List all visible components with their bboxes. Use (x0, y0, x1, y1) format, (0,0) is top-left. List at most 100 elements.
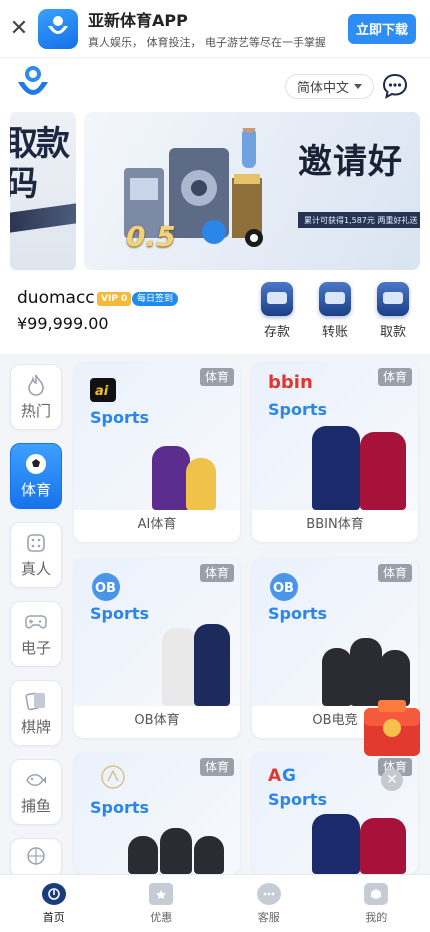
sports-word: Sports (268, 604, 328, 623)
carousel-slide-prev[interactable]: 取款 码 (10, 112, 76, 270)
sport-tag: 体育 (377, 368, 412, 386)
svg-text:ai: ai (95, 384, 109, 399)
player-figure (312, 426, 360, 510)
app-logo (38, 8, 78, 49)
nav-promotions[interactable]: 优惠 (108, 875, 216, 932)
sport-tag: 体育 (199, 564, 234, 582)
ticket-icon (149, 882, 174, 905)
carousel-slide-current[interactable]: 0.5 邀请好 累计可获得1,587元 两重好礼送 (84, 112, 420, 270)
ai-logo: ai (90, 378, 116, 406)
nav-label: 首页 (42, 910, 65, 924)
player-figure (312, 814, 360, 874)
slide-prev-text: 取款 码 (10, 124, 70, 204)
category-slots[interactable]: 电子 (10, 601, 62, 667)
game-card-ai-sports[interactable]: ai Sports 体育 AI体育 (74, 362, 240, 542)
sport-tag: 体育 (199, 758, 234, 776)
promo-headline: 邀请好 (298, 142, 403, 182)
wallet-deposit-icon (261, 282, 293, 316)
player-figure (194, 624, 230, 706)
sport-tag: 体育 (377, 564, 412, 582)
flame-icon (25, 374, 47, 396)
category-label: 热门 (20, 401, 51, 420)
game-card-sports-5[interactable]: Sports 体育 (74, 752, 240, 874)
player-figure (380, 650, 410, 706)
category-cards[interactable]: 棋牌 (10, 680, 62, 746)
support-icon (256, 882, 281, 905)
nav-profile[interactable]: 我的 (323, 875, 430, 932)
game-card-bbin-sports[interactable]: bbin Sports 体育 BBIN体育 (252, 362, 418, 542)
game-card-ob-sports[interactable]: OB Sports 体育 OB体育 (74, 558, 240, 738)
fish-icon (25, 769, 47, 791)
player-figure (194, 836, 224, 874)
category-label: 真人 (20, 559, 51, 578)
withdraw-icon (377, 282, 409, 316)
sports-word: Sports (268, 400, 328, 419)
ob-logo: OB (268, 572, 300, 606)
category-label: 棋牌 (20, 717, 51, 736)
sports-word: Sports (90, 604, 150, 623)
withdraw-button[interactable]: 取款 (371, 282, 415, 340)
brand-logo[interactable] (16, 64, 50, 106)
promo-number: 0.5 (126, 220, 176, 253)
player-figure (128, 836, 158, 874)
category-label: 捕鱼 (20, 796, 51, 815)
category-label: 电子 (20, 638, 51, 657)
player-figure (322, 648, 352, 706)
slide-stripe (10, 203, 76, 233)
player-figure (350, 638, 382, 706)
language-selector[interactable]: 简体中文 (285, 74, 374, 99)
chat-bubble-icon[interactable] (382, 73, 408, 99)
close-icon[interactable]: ✕ (381, 769, 403, 791)
player-figure (186, 458, 216, 510)
nav-home[interactable]: 首页 (0, 875, 108, 932)
caret-down-icon (354, 84, 362, 89)
promo-strip: 累计可获得1,587元 两重好礼送 (298, 212, 420, 228)
app-download-banner: ✕ 亚新体育APP 真人娱乐， 体育投注， 电子游艺等尽在一手掌握 立即下载 (0, 0, 430, 58)
bottom-navigation: 首页 优惠 客服 我的 (0, 874, 430, 932)
category-hot[interactable]: 热门 (10, 364, 62, 430)
soccer-ball-icon (25, 453, 47, 475)
app-subtitle: 真人娱乐， 体育投注， 电子游艺等尽在一手掌握 (88, 36, 326, 49)
category-more[interactable] (10, 838, 62, 878)
home-icon (41, 882, 66, 905)
sports-word: Sports (90, 798, 150, 817)
transfer-label: 转账 (321, 325, 348, 340)
promo-carousel[interactable]: 取款 码 0.5 邀请好 累计可获得1,587元 两重好礼送 (0, 112, 430, 270)
player-figure (152, 446, 190, 510)
category-sidebar: 热门 体育 真人 电子 棋牌 捕鱼 (10, 364, 62, 891)
sports-word: Sports (90, 408, 150, 427)
game-name: OB体育 (134, 713, 180, 728)
category-sports[interactable]: 体育 (10, 443, 62, 509)
download-button[interactable]: 立即下载 (348, 13, 416, 44)
daily-signin-badge[interactable]: 每日签到 (132, 292, 179, 306)
svg-text:bbin: bbin (268, 372, 313, 393)
red-packet-float[interactable] (362, 700, 422, 760)
transfer-button[interactable]: 转账 (313, 282, 357, 340)
player-figure (360, 818, 406, 874)
nav-label: 客服 (257, 910, 280, 924)
deposit-label: 存款 (263, 325, 290, 340)
nav-support[interactable]: 客服 (215, 875, 323, 932)
deposit-button[interactable]: 存款 (255, 282, 299, 340)
username: duomacc (17, 288, 95, 308)
balance: ¥99,999.00 (17, 314, 109, 333)
player-figure (160, 828, 192, 874)
category-live[interactable]: 真人 (10, 522, 62, 588)
svg-text:A: A (268, 766, 282, 786)
close-icon[interactable]: ✕ (0, 0, 38, 58)
category-label: 体育 (20, 480, 51, 499)
vip-badge[interactable]: VIP 0 (97, 292, 132, 306)
gamepad-icon (25, 611, 47, 633)
language-label: 简体中文 (296, 81, 349, 96)
transfer-icon (319, 282, 351, 316)
header: 简体中文 (0, 58, 430, 112)
bbin-logo: bbin (268, 370, 324, 398)
ag-logo: AG (268, 764, 304, 790)
cards-icon (25, 690, 47, 712)
dice-icon (25, 532, 47, 554)
player-figure (162, 628, 198, 706)
withdraw-label: 取款 (379, 325, 406, 340)
category-fishing[interactable]: 捕鱼 (10, 759, 62, 825)
svg-text:G: G (282, 766, 296, 786)
sport-tag: 体育 (199, 368, 234, 386)
